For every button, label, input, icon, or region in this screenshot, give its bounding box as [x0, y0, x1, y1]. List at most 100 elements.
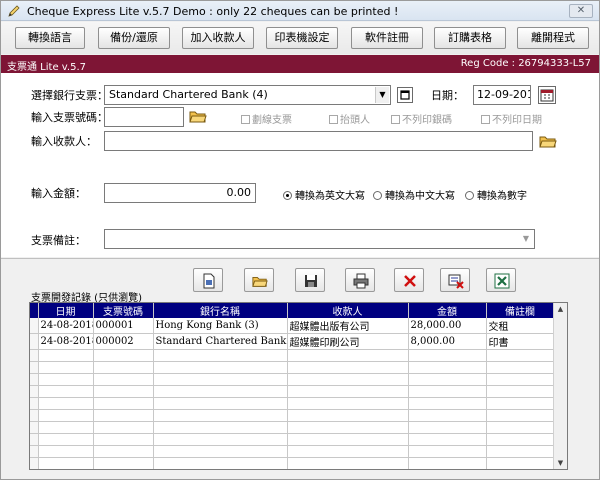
column-header[interactable]: 收款人 — [287, 303, 409, 318]
version-banner: 支票通 Lite v.5.7 Reg Code : 26794333-L57 — [1, 55, 599, 73]
no-print-amount-checkbox[interactable]: 不列印銀碼 — [391, 111, 452, 126]
cheque-number-input[interactable] — [104, 107, 184, 127]
empty-row — [30, 349, 555, 362]
empty-row — [30, 385, 555, 398]
cell-cheque-no: 000002 — [93, 333, 154, 350]
cheque-form: 選擇銀行支票： Standard Chartered Bank (4) ▼ 日期… — [1, 73, 599, 257]
delete-x-icon — [404, 275, 416, 287]
cell-payee: 超媒體出版有公司 — [287, 318, 409, 334]
column-header[interactable]: 支票號碼 — [93, 303, 154, 318]
open-record-button[interactable] — [244, 268, 274, 292]
payee-label: 輸入收款人： — [31, 135, 97, 148]
chevron-down-icon: ▼ — [375, 87, 389, 103]
header-row: 日期 支票號碼 銀行名稱 收款人 金額 備註欄 — [30, 303, 555, 318]
main-window: Cheque Express Lite v.5.7 Demo : only 22… — [0, 0, 600, 480]
empty-row — [30, 433, 555, 446]
amount-label: 輸入金額： — [31, 187, 86, 200]
printer-icon — [353, 273, 369, 289]
column-header[interactable]: 銀行名稱 — [153, 303, 288, 318]
empty-row — [30, 361, 555, 374]
row-header — [30, 333, 39, 350]
bank-select-value: Standard Chartered Bank (4) — [109, 88, 268, 101]
cheque-number-label: 輸入支票號碼： — [31, 111, 108, 124]
no-print-date-checkbox[interactable]: 不列印日期 — [481, 111, 542, 126]
main-toolbar: 轉換語言 備份/還原 加入收款人 印表機設定 軟件註冊 訂購表格 離開程式 — [1, 22, 599, 54]
printer-setup-button[interactable]: 印表機設定 — [266, 27, 338, 49]
empty-row — [30, 421, 555, 434]
table-row[interactable]: 24-08-2018 000002 Standard Chartered Ban… — [30, 333, 555, 350]
empty-row — [30, 373, 555, 386]
cell-payee: 超媒體印刷公司 — [287, 333, 409, 350]
delete-record-button[interactable] — [394, 268, 424, 292]
change-language-button[interactable]: 轉換語言 — [15, 27, 85, 49]
export-excel-button[interactable] — [486, 268, 516, 292]
bank-info-button[interactable] — [397, 87, 413, 103]
clear-list-icon — [448, 274, 464, 289]
empty-row — [30, 397, 555, 410]
open-folder-icon — [252, 277, 268, 287]
scroll-down-icon[interactable]: ▼ — [554, 457, 567, 469]
cell-cheque-no: 000001 — [93, 318, 154, 334]
crossed-cheque-checkbox[interactable]: 劃線支票 — [241, 111, 292, 126]
close-window-button[interactable]: ✕ — [569, 4, 593, 18]
new-document-icon — [203, 273, 215, 289]
column-header[interactable]: 備註欄 — [486, 303, 555, 318]
table-row[interactable]: 24-08-2018 000001 Hong Kong Bank (3) 超媒體… — [30, 318, 555, 334]
print-cheque-button[interactable] — [345, 268, 375, 292]
open-folder-icon[interactable] — [189, 109, 207, 123]
row-header — [30, 318, 39, 334]
payee-only-label: 抬頭人 — [340, 115, 370, 126]
calendar-button[interactable] — [538, 86, 556, 104]
order-form-button[interactable]: 訂購表格 — [434, 27, 506, 49]
no-print-date-label: 不列印日期 — [492, 115, 542, 126]
open-folder-icon[interactable] — [539, 134, 557, 148]
column-header[interactable]: 金額 — [408, 303, 487, 318]
window-title: Cheque Express Lite v.5.7 Demo : only 22… — [27, 5, 399, 18]
window-icon — [400, 90, 410, 100]
cell-bank: Standard Chartered Bank (4) — [153, 333, 288, 350]
convert-numeric-label: 轉換為數字 — [477, 191, 527, 202]
backup-restore-button[interactable]: 備份/還原 — [98, 27, 170, 49]
cell-bank: Hong Kong Bank (3) — [153, 318, 288, 334]
payee-input[interactable] — [104, 131, 533, 151]
history-panel: 支票開發記錄 (只供瀏覽) 日期 支票號碼 銀行名稱 收款人 金額 備註欄 24… — [1, 258, 599, 479]
cell-date: 24-08-2018 — [38, 333, 94, 350]
cell-amount: 28,000.00 — [408, 318, 487, 334]
exit-program-button[interactable]: 離開程式 — [517, 27, 589, 49]
title-bar: Cheque Express Lite v.5.7 Demo : only 22… — [1, 1, 599, 21]
register-software-button[interactable]: 軟件註冊 — [351, 27, 423, 49]
bank-label: 選擇銀行支票： — [31, 89, 108, 102]
date-label: 日期： — [431, 89, 464, 102]
cell-date: 24-08-2018 — [38, 318, 94, 334]
grid-scrollbar[interactable]: ▲ ▼ — [553, 303, 567, 469]
cell-remark: 印書 — [486, 333, 555, 350]
save-disk-icon — [305, 275, 317, 287]
new-record-button[interactable] — [193, 268, 223, 292]
reg-code-label: Reg Code : 26794333-L57 — [460, 58, 591, 69]
convert-english-radio[interactable]: 轉換為英文大寫 — [283, 187, 365, 202]
bank-select[interactable]: Standard Chartered Bank (4) ▼ — [104, 85, 391, 105]
convert-chinese-radio[interactable]: 轉換為中文大寫 — [373, 187, 455, 202]
clear-list-button[interactable] — [440, 268, 470, 292]
payee-only-checkbox[interactable]: 抬頭人 — [329, 111, 370, 126]
row-header-corner — [30, 303, 39, 318]
excel-export-icon — [494, 273, 510, 289]
date-input[interactable]: 12-09-2018 — [473, 85, 531, 105]
add-payee-button[interactable]: 加入收款人 — [182, 27, 254, 49]
cell-remark: 交租 — [486, 318, 555, 334]
amount-input[interactable]: 0.00 — [104, 183, 256, 203]
remark-select[interactable]: ▼ — [104, 229, 535, 249]
history-table: 日期 支票號碼 銀行名稱 收款人 金額 備註欄 24-08-2018 00000… — [30, 303, 555, 469]
convert-numeric-radio[interactable]: 轉換為數字 — [465, 187, 527, 202]
pen-icon — [8, 5, 20, 17]
empty-row — [30, 457, 555, 469]
crossed-cheque-label: 劃線支票 — [252, 115, 292, 126]
no-print-amount-label: 不列印銀碼 — [402, 115, 452, 126]
empty-row — [30, 445, 555, 458]
convert-english-label: 轉換為英文大寫 — [295, 191, 365, 202]
save-record-button[interactable] — [295, 268, 325, 292]
scroll-up-icon[interactable]: ▲ — [554, 303, 567, 315]
history-grid[interactable]: 日期 支票號碼 銀行名稱 收款人 金額 備註欄 24-08-2018 00000… — [29, 302, 568, 470]
chevron-down-icon: ▼ — [519, 231, 533, 247]
column-header[interactable]: 日期 — [38, 303, 94, 318]
